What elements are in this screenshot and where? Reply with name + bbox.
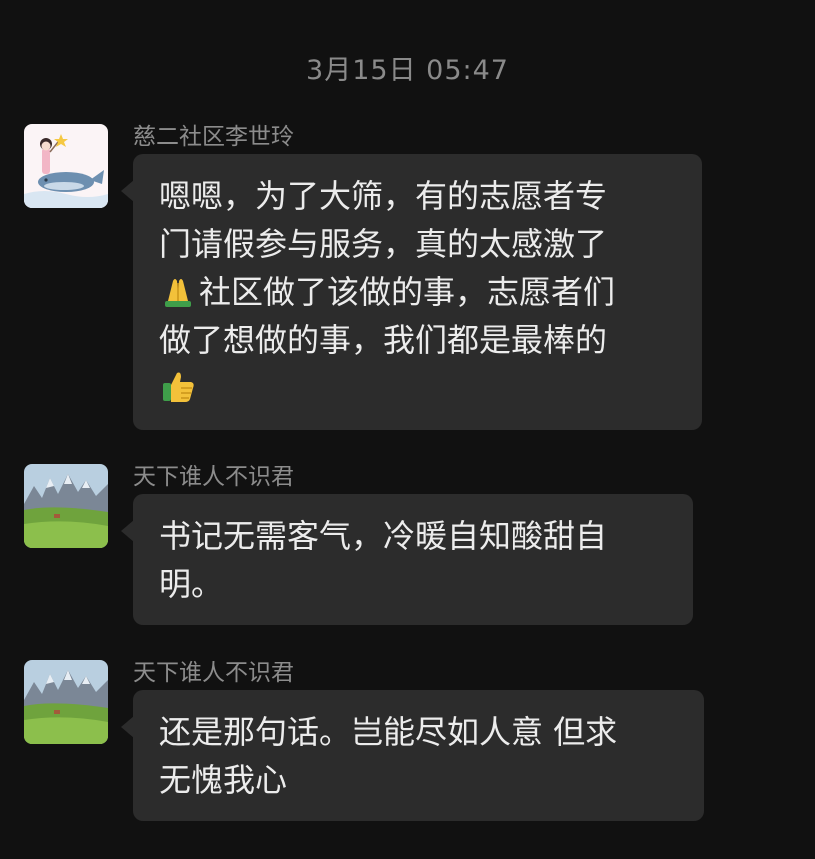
mountain-meadow-avatar-icon: [24, 464, 108, 548]
message-line: 还是那句话。岂能尽如人意 但求: [159, 713, 618, 751]
sender-name: 慈二社区李世玲: [133, 124, 294, 150]
message-line: 社区做了该做的事，志愿者们: [159, 268, 676, 316]
mountain-meadow-avatar-icon: [24, 660, 108, 744]
message-bubble[interactable]: 嗯嗯，为了大筛，有的志愿者专 门请假参与服务，真的太感激了 社区做了该做的事，志…: [121, 154, 702, 430]
sender-avatar[interactable]: [24, 660, 108, 744]
girl-on-whale-avatar-icon: [24, 124, 108, 208]
message-line: 门请假参与服务，真的太感激了: [159, 225, 608, 263]
chat-timestamp: 3月15日 05:47: [306, 55, 509, 86]
message-line: 嗯嗯，为了大筛，有的志愿者专: [159, 177, 608, 215]
message-bubble[interactable]: 还是那句话。岂能尽如人意 但求 无愧我心: [121, 690, 704, 821]
sender-name: 天下谁人不识君: [133, 660, 294, 686]
message-line: 做了想做的事，我们都是最棒的: [159, 321, 608, 359]
sender-name: 天下谁人不识君: [133, 464, 294, 490]
folded-hands-emoji-icon: [159, 271, 197, 309]
message-line: 明。: [159, 565, 224, 603]
message-line-text: 社区做了该做的事，志愿者们: [199, 273, 616, 311]
message-line: [159, 364, 676, 412]
sender-avatar[interactable]: [24, 124, 108, 208]
message-bubble[interactable]: 书记无需客气，冷暖自知酸甜自 明。: [121, 494, 693, 625]
sender-avatar[interactable]: [24, 464, 108, 548]
message-line: 无愧我心: [159, 761, 288, 799]
message-line: 书记无需客气，冷暖自知酸甜自: [159, 517, 608, 555]
thumbs-up-emoji-icon: [159, 367, 197, 405]
